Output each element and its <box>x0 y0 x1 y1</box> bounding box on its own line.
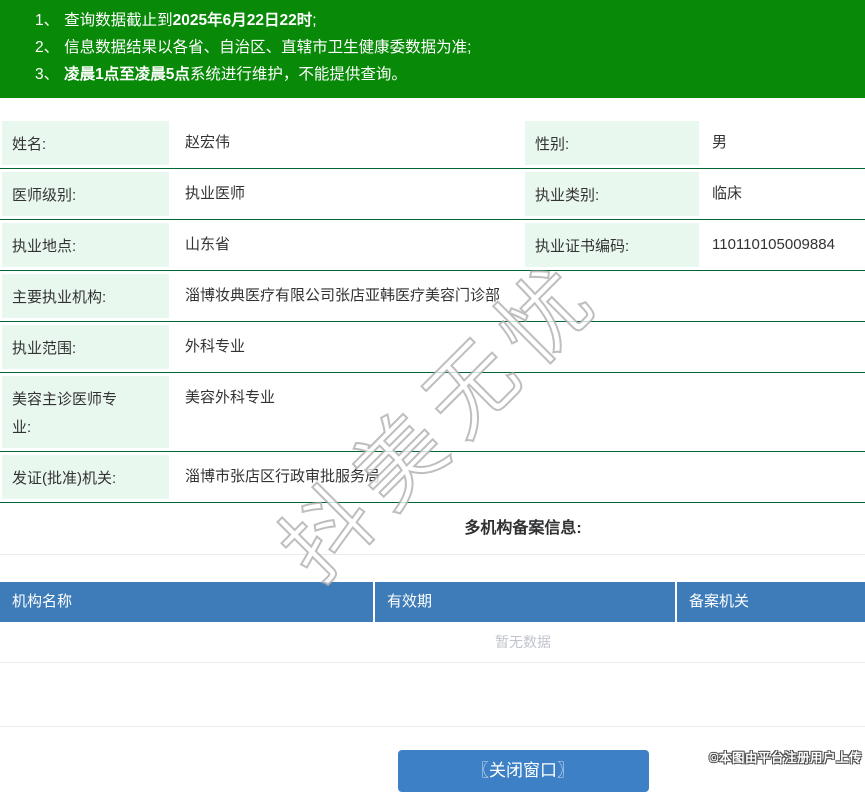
field-value-issuing-authority: 淄博市张店区行政审批服务局 <box>185 468 381 485</box>
column-header-org-name: 机构名称 <box>12 593 73 610</box>
field-value-name: 赵宏伟 <box>185 134 231 151</box>
field-label-doctor-level: 医师级别: <box>2 172 169 216</box>
field-label-practice-location: 执业地点: <box>2 223 169 267</box>
notice-line-1: 1、 查询数据截止到2025年6月22日22时; <box>35 7 865 34</box>
notice-line-3: 3、 凌晨1点至凌晨5点系统进行维护，不能提供查询。 <box>35 61 865 88</box>
field-row-scope: 执业范围: 外科专业 <box>0 322 865 373</box>
column-header-filing-authority: 备案机关 <box>675 582 865 622</box>
notice-bold-text: 2025年6月22日22时 <box>172 12 313 29</box>
notice-number: 1、 <box>35 12 60 29</box>
notice-number: 3、 <box>35 66 60 83</box>
field-row-main-org: 主要执业机构: 淄博妆典医疗有限公司张店亚韩医疗美容门诊部 <box>0 271 865 322</box>
notice-text: 查询数据截止到 <box>64 12 173 29</box>
field-value-main-organization: 淄博妆典医疗有限公司张店亚韩医疗美容门诊部 <box>185 287 501 304</box>
field-value-cosmetic-specialty: 美容外科专业 <box>185 389 276 406</box>
field-label-practice-scope: 执业范围: <box>2 325 169 369</box>
field-label-certificate-number: 执业证书编码: <box>525 223 699 267</box>
field-label-main-organization: 主要执业机构: <box>2 274 169 318</box>
field-label-name: 姓名: <box>2 121 169 165</box>
notice-bold-text: 凌晨1点至凌晨5点 <box>64 66 190 83</box>
page-container: 1、 查询数据截止到2025年6月22日22时; 2、 信息数据结果以各省、自治区、… <box>0 0 865 792</box>
empty-data-text: 暂无数据 <box>0 622 865 663</box>
field-row-cosmetic-specialty: 美容主诊医师专业: 美容外科专业 <box>0 373 865 452</box>
notice-text: ; <box>312 12 317 29</box>
field-label-gender: 性别: <box>525 121 699 165</box>
field-row-level-category: 医师级别: 执业医师 执业类别: 临床 <box>0 169 865 220</box>
notice-text: 信息数据结果以各省、自治区、直辖市卫生健康委数据为准; <box>64 39 472 56</box>
field-label-issuing-authority: 发证(批准)机关: <box>2 455 169 499</box>
notice-number: 2、 <box>35 39 60 56</box>
notice-line-2: 2、 信息数据结果以各省、自治区、直辖市卫生健康委数据为准; <box>35 34 865 61</box>
multi-org-table: 机构名称 有效期 备案机关 暂无数据 <box>0 582 865 663</box>
field-label-cosmetic-specialty: 美容主诊医师专业: <box>2 376 169 448</box>
field-value-practice-location: 山东省 <box>185 236 231 253</box>
practitioner-info-table: 姓名: 赵宏伟 性别: 男 医师级别: 执业医师 执业类别: 临床 执业地点: … <box>0 118 865 503</box>
multi-org-table-header: 机构名称 有效期 备案机关 <box>0 582 865 622</box>
field-row-location-certno: 执业地点: 山东省 执业证书编码: 110110105009884 <box>0 220 865 271</box>
notice-text: 系统进行维护，不能提供查询。 <box>189 66 407 83</box>
spacer-divider <box>0 663 865 727</box>
close-window-button[interactable]: 〖关闭窗口〗 <box>397 750 649 792</box>
field-row-issuing-authority: 发证(批准)机关: 淄博市张店区行政审批服务局 <box>0 452 865 503</box>
field-value-certificate-number: 110110105009884 <box>712 236 835 253</box>
field-label-practice-category: 执业类别: <box>525 172 699 216</box>
field-value-practice-category: 临床 <box>712 185 743 202</box>
multi-org-heading: 多机构备案信息: <box>0 503 865 555</box>
field-value-doctor-level: 执业医师 <box>185 185 246 202</box>
field-value-practice-scope: 外科专业 <box>185 338 246 355</box>
field-value-gender: 男 <box>712 134 728 151</box>
notice-banner: 1、 查询数据截止到2025年6月22日22时; 2、 信息数据结果以各省、自治区、… <box>0 0 865 98</box>
column-header-validity: 有效期 <box>373 582 675 622</box>
field-row-name-gender: 姓名: 赵宏伟 性别: 男 <box>0 118 865 169</box>
attribution-text: ©本图由平台注册用户上传 <box>709 751 862 765</box>
